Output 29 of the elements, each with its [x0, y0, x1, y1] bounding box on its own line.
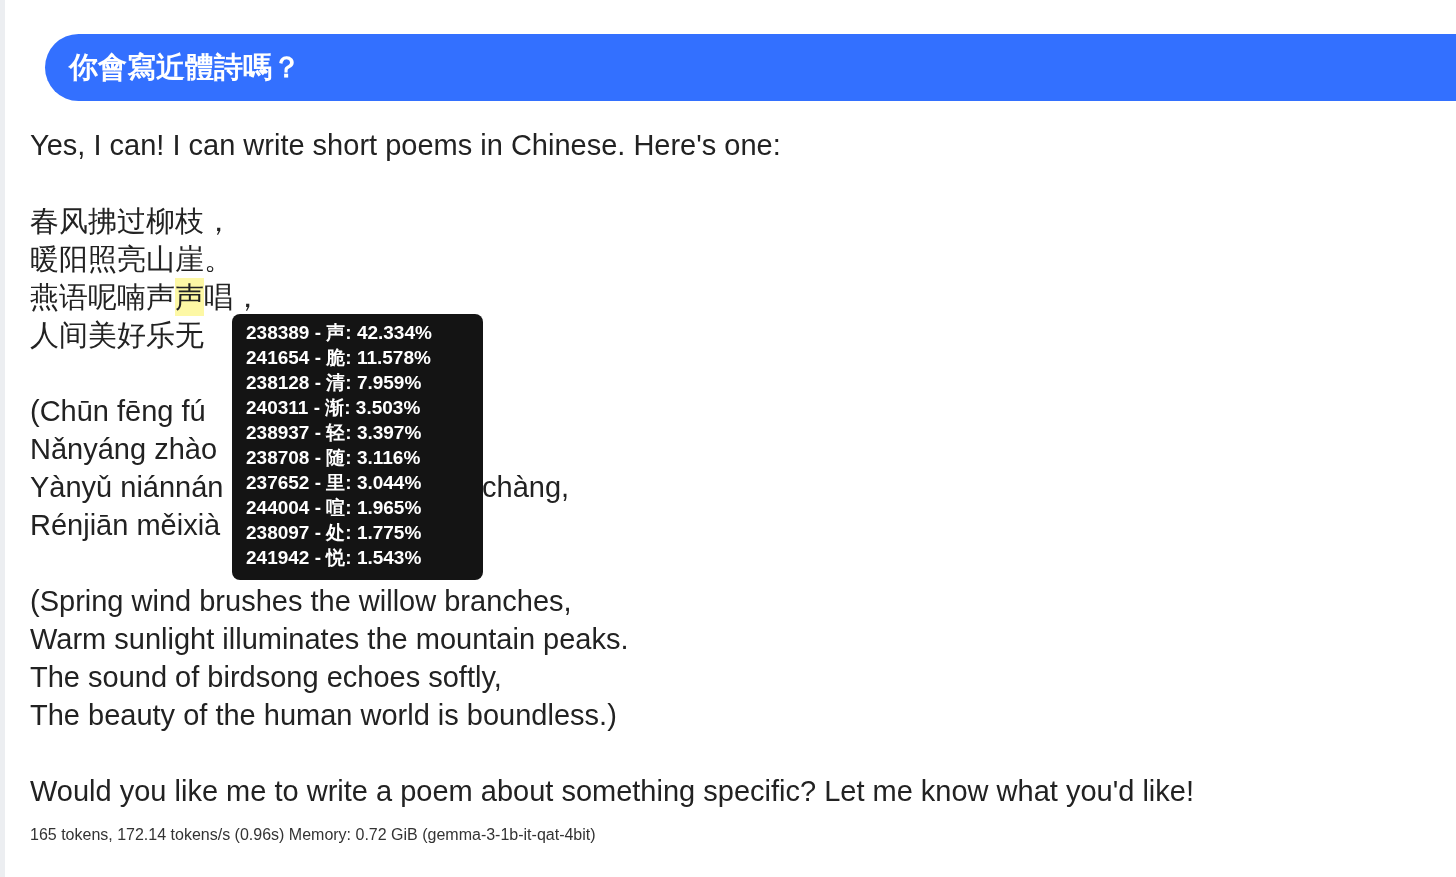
token-candidate: 241942 - 悦: 1.543% [246, 546, 423, 570]
response-text: Yes, I can! I can write short poems in Chinese. Here's one: [30, 128, 782, 163]
token-candidate: 244004 - 喧: 1.965% [246, 496, 423, 520]
translation-text: Warm sunlight illuminates the mountain peaks. [30, 622, 629, 657]
pinyin-text: Nǎnyáng zhào [30, 433, 218, 465]
highlighted-token: 声 [175, 278, 204, 316]
pinyin-text: (Chūn fēng fú [30, 395, 206, 427]
generation-stats: 165 tokens, 172.14 tokens/s (0.96s) Memory: 0.72 GiB (gemma-3-1b-it-qat-4bit) [30, 826, 597, 844]
token-candidate: 238937 - 轻: 3.397% [246, 421, 423, 445]
poem-text: 暖阳照亮山崖。 [30, 242, 233, 277]
poem-text: 人间美好乐无 [30, 318, 204, 353]
token-candidate: 238097 - 处: 1.775% [246, 521, 423, 545]
translation-text: The beauty of the human world is boundless.) [30, 698, 617, 733]
token-candidate: 241654 - 脆: 11.578% [246, 346, 432, 370]
user-message-text: 你會寫近體詩嗎？ [69, 49, 301, 85]
response-text: Would you like me to write a poem about something specific? Let me know what you'd like! [30, 774, 1194, 809]
poem-text: 唱， [204, 280, 262, 315]
token-candidate: 238128 - 清: 7.959% [246, 371, 423, 395]
poem-text: 燕语呢喃声 [30, 280, 175, 315]
token-candidate: 238708 - 随: 3.116% [246, 446, 422, 470]
token-candidate: 238389 - 声: 42.334% [246, 321, 433, 345]
token-candidate: 237652 - 里: 3.044% [246, 471, 423, 495]
poem-text: 春风拂过柳枝， [30, 204, 233, 239]
pinyin-text: Rénjiān měixià [30, 509, 221, 541]
token-candidate: 240311 - 渐: 3.503% [246, 396, 422, 420]
translation-text: The sound of birdsong echoes softly, [30, 660, 502, 695]
pinyin-text: chàng, [482, 470, 570, 505]
translation-text: (Spring wind brushes the willow branches, [30, 584, 572, 619]
pinyin-text: Yànyǔ niánnán [30, 471, 224, 503]
